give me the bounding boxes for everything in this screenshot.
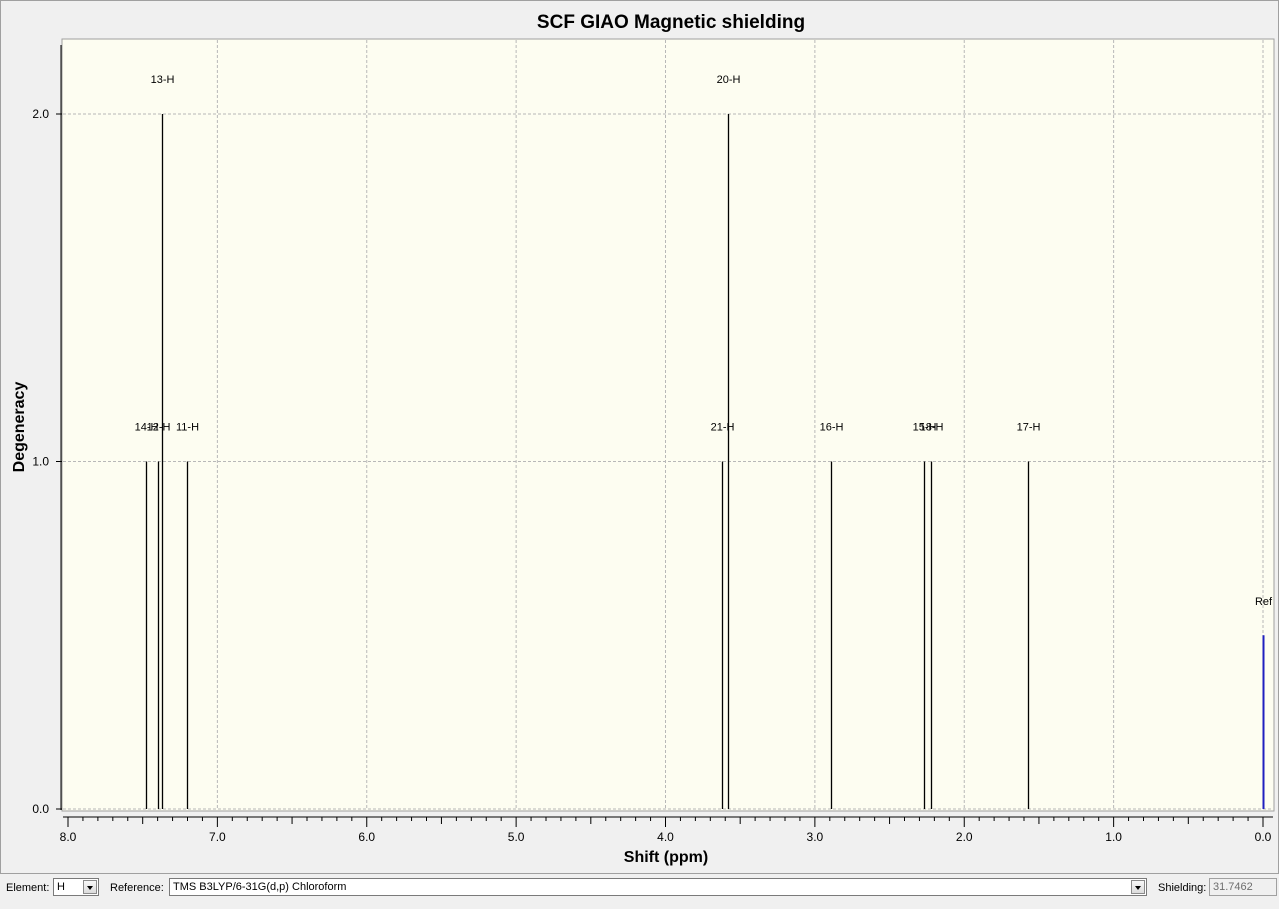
reference-label: Ref bbox=[1255, 596, 1273, 608]
shielding-field: 31.7462 bbox=[1209, 878, 1277, 896]
x-tick-label: 7.0 bbox=[209, 830, 226, 844]
y-tick-label: 2.0 bbox=[32, 107, 49, 121]
x-tick-label: 3.0 bbox=[807, 830, 824, 844]
x-tick-label: 1.0 bbox=[1105, 830, 1122, 844]
x-tick-label: 0.0 bbox=[1255, 830, 1272, 844]
x-axis-label: Shift (ppm) bbox=[624, 849, 708, 866]
shielding-label: Shielding: bbox=[1158, 882, 1207, 894]
reference-select[interactable]: TMS B3LYP/6-31G(d,p) Chloroform bbox=[169, 878, 1147, 896]
y-tick-label: 0.0 bbox=[32, 802, 49, 816]
controls-bar: Element: H Reference: TMS B3LYP/6-31G(d,… bbox=[0, 874, 1279, 909]
chevron-down-icon[interactable] bbox=[83, 880, 97, 894]
nmr-chart: SCF GIAO Magnetic shielding 8.0 7.0 6.0 5.0… bbox=[11, 12, 1275, 866]
x-tick-label: 6.0 bbox=[358, 830, 375, 844]
y-axis-label: Degeneracy bbox=[11, 382, 28, 473]
element-select[interactable]: H bbox=[53, 878, 99, 896]
y-tick-label: 1.0 bbox=[32, 455, 49, 469]
plot-area bbox=[61, 38, 1275, 812]
peak-label: 11-H bbox=[176, 422, 199, 434]
peak-label: 17-H bbox=[1017, 422, 1041, 434]
chart-window: SCF GIAO Magnetic shielding 8.0 7.0 6.0 5.0… bbox=[0, 0, 1279, 874]
x-tick-label: 5.0 bbox=[508, 830, 525, 844]
element-value: H bbox=[57, 881, 65, 893]
reference-value: TMS B3LYP/6-31G(d,p) Chloroform bbox=[173, 881, 347, 893]
x-tick-label: 4.0 bbox=[657, 830, 674, 844]
peak-label: 21-H bbox=[711, 422, 735, 434]
chevron-down-icon[interactable] bbox=[1131, 880, 1145, 894]
x-tick-label: 8.0 bbox=[60, 830, 77, 844]
reference-label: Reference: bbox=[110, 882, 164, 894]
chart-title: SCF GIAO Magnetic shielding bbox=[537, 12, 805, 33]
peak-label: 13-H bbox=[151, 74, 175, 86]
x-tick-label: 2.0 bbox=[956, 830, 973, 844]
element-label: Element: bbox=[6, 882, 50, 894]
peak-label: 20-H bbox=[717, 74, 741, 86]
peak-label: 12-H bbox=[147, 422, 171, 434]
shielding-value: 31.7462 bbox=[1213, 881, 1253, 893]
peak-label: 16-H bbox=[820, 422, 844, 434]
peak-label: 18-H bbox=[920, 422, 944, 434]
